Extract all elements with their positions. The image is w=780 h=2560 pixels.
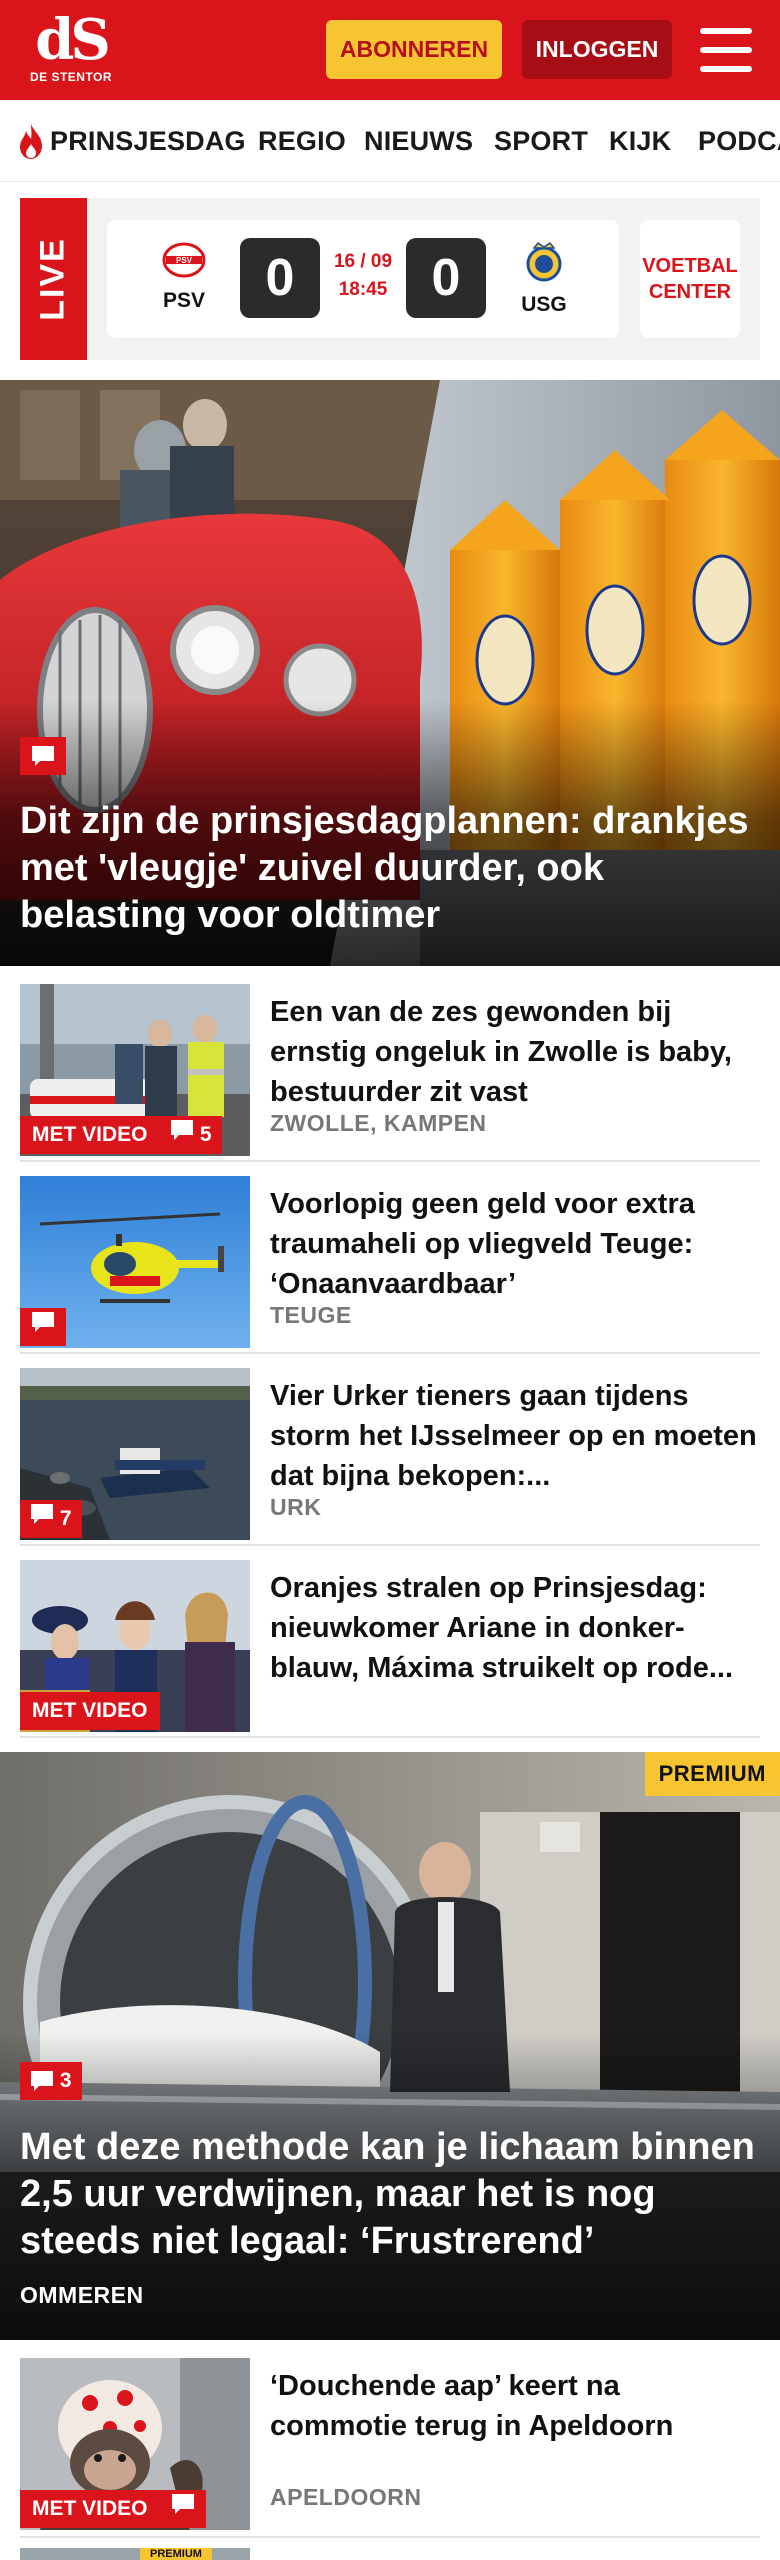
logo-mark: dS (35, 7, 111, 73)
nav-item-regio[interactable]: REGIO (258, 126, 346, 157)
comment-icon (171, 1120, 193, 1140)
logo-name: DE STENTOR (29, 70, 113, 84)
premium-badge: PREMIUM (644, 1752, 780, 1796)
site-header: dS DE STENTOR ABONNEREN INLOGGEN (0, 0, 780, 100)
comment-count: 7 (59, 1507, 72, 1530)
comment-icon (31, 1504, 53, 1524)
premium-hero-article[interactable]: PREMIUM 3 Met deze methode kan je lichaa… (0, 1752, 780, 2340)
hero-article[interactable]: Dit zijn de prinsjesdagplannen: drankjes… (0, 380, 780, 966)
psv-logo-icon: PSV (162, 242, 206, 278)
comment-count-badge: 3 (20, 2062, 82, 2100)
premium-hero-location: OMMEREN (20, 2282, 144, 2308)
hero-comment-badge (20, 737, 66, 775)
home-score: 0 (240, 238, 320, 318)
article-title[interactable]: Vier Urker tieners gaan tijdens storm he… (270, 1376, 760, 1496)
nav-item-kijk[interactable]: KIJK (609, 126, 671, 157)
voetbal-center-line2: CENTER (648, 281, 732, 303)
live-tag: LIVE (20, 198, 87, 360)
site-logo[interactable]: dS DE STENTOR (28, 12, 114, 90)
comment-count-badge: 7 (20, 1500, 82, 1538)
match-card[interactable]: PSV PSV 0 16 / 09 18:45 0 USG (107, 220, 619, 338)
nav-item-nieuws[interactable]: NIEUWS (364, 126, 473, 157)
live-score-widget: LIVE PSV PSV 0 16 / 09 18:45 0 USG VOETB… (20, 198, 760, 360)
article-location: ZWOLLE, KAMPEN (270, 1110, 487, 1136)
article-item[interactable]: 7 Vier Urker tieners gaan tijdens storm … (20, 1368, 760, 1546)
hamburger-menu-icon[interactable] (700, 28, 752, 72)
next-article-thumbnail (20, 2548, 250, 2560)
nav-item-prinsjesdag[interactable]: PRINSJESDAG (50, 126, 246, 157)
video-badge: MET VIDEO (20, 2490, 160, 2528)
comment-count: 3 (59, 2069, 72, 2092)
article-title[interactable]: Voorlopig geen geld voor extra traumahel… (270, 1184, 760, 1304)
usg-logo-icon (526, 241, 562, 282)
hero-headline[interactable]: Dit zijn de prinsjesdagplannen: drankjes… (20, 798, 765, 939)
video-badge: MET VIDEO (20, 1116, 160, 1154)
away-team-name: USG (521, 293, 567, 316)
article-location: TEUGE (270, 1302, 352, 1328)
article-item[interactable]: MET VIDEO ‘Douchende aap’ keert na commo… (20, 2358, 760, 2538)
comment-icon (31, 2071, 53, 2092)
subscribe-button[interactable]: ABONNEREN (326, 20, 502, 79)
article-item[interactable]: MET VIDEO 5 Een van de zes gewonden bij … (20, 984, 760, 1162)
comment-count: 5 (199, 1123, 212, 1146)
comment-icon (32, 746, 54, 767)
next-article-preview[interactable]: PREMIUM (20, 2548, 760, 2560)
article-location: APELDOORN (270, 2484, 422, 2510)
nav-item-podcast[interactable]: PODCA (698, 126, 780, 157)
premium-hero-headline[interactable]: Met deze methode kan je lichaam binnen 2… (20, 2124, 775, 2265)
article-title[interactable]: Een van de zes gewonden bij ernstig onge… (270, 992, 760, 1112)
article-location: URK (270, 1494, 322, 1520)
video-badge: MET VIDEO (20, 1692, 160, 1730)
section-nav: PRINSJESDAG REGIO NIEUWS SPORT KIJK PODC… (0, 100, 780, 182)
article-item[interactable]: Voorlopig geen geld voor extra traumahel… (20, 1176, 760, 1354)
match-date: 16 / 09 (333, 251, 393, 272)
away-score: 0 (406, 238, 486, 318)
home-team-name: PSV (162, 289, 206, 312)
comment-count-badge (160, 2490, 206, 2528)
flame-icon (20, 124, 42, 159)
live-label: LIVE (33, 237, 72, 321)
svg-text:PSV: PSV (176, 256, 193, 265)
article-title[interactable]: ‘Douchende aap’ keert na commotie terug … (270, 2366, 760, 2446)
login-button[interactable]: INLOGGEN (522, 20, 672, 79)
comment-count-badge: 5 (160, 1116, 222, 1154)
home-team: PSV PSV (149, 240, 219, 313)
voetbal-center-button[interactable]: VOETBAL CENTER (640, 220, 740, 338)
match-time: 18:45 (338, 279, 388, 300)
away-team: USG (509, 240, 579, 317)
article-item[interactable]: MET VIDEO Oranjes stralen op Prinsjesdag… (20, 1560, 760, 1738)
nav-item-sport[interactable]: SPORT (494, 126, 588, 157)
next-premium-badge: PREMIUM (140, 2548, 212, 2560)
match-datetime: 16 / 09 18:45 (330, 248, 396, 304)
comment-icon (32, 1312, 54, 1332)
comment-count-badge (20, 1308, 66, 1346)
comment-icon (172, 2494, 194, 2514)
voetbal-center-line1: VOETBAL (642, 255, 738, 277)
article-title[interactable]: Oranjes stralen op Prinsjesdag: nieuwkom… (270, 1568, 760, 1688)
